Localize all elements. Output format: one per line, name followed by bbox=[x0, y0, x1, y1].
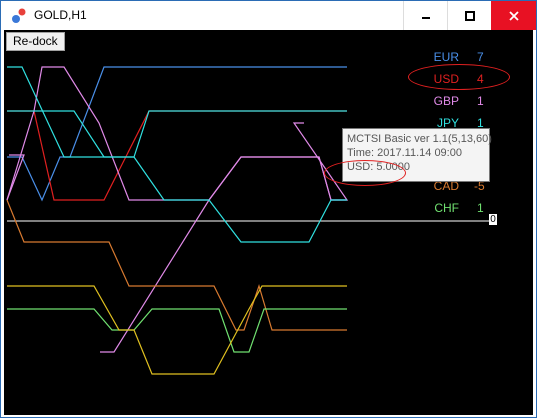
usd-line bbox=[7, 110, 347, 201]
tooltip-title: MCTSI Basic ver 1.1(5,13,60) bbox=[347, 133, 492, 145]
chart-area[interactable]: Re-dock EUR 7 USD 4 GBP 1 JPY 1 CAD -5 C… bbox=[4, 30, 533, 415]
cad-line bbox=[6, 199, 347, 331]
jpy-line bbox=[7, 110, 347, 158]
close-icon bbox=[508, 10, 519, 21]
zero-label: 0 bbox=[489, 214, 497, 225]
gbp-line bbox=[6, 66, 349, 201]
legend-code: GBP bbox=[433, 94, 459, 108]
legend-value: 1 bbox=[477, 201, 484, 215]
jpy-line-b bbox=[7, 66, 347, 243]
close-button[interactable] bbox=[491, 1, 536, 30]
usd-highlight-ellipse bbox=[408, 64, 510, 90]
window-title: GOLD,H1 bbox=[34, 8, 87, 22]
app-icon bbox=[12, 8, 26, 23]
legend-value: 7 bbox=[477, 50, 484, 64]
legend-gbp: GBP 1 bbox=[412, 94, 492, 108]
legend-chf: CHF 1 bbox=[412, 201, 492, 215]
legend-value: 1 bbox=[477, 94, 484, 108]
eur-line bbox=[7, 66, 347, 202]
tooltip-time: Time: 2017.11.14 09:00 bbox=[347, 147, 462, 159]
indicator-window: GOLD,H1 Re-dock EUR 7 USD 4 GBP 1 JPY 1 … bbox=[0, 0, 537, 418]
gbp-line-lower bbox=[6, 154, 25, 201]
maximize-button[interactable] bbox=[447, 1, 492, 30]
minimize-button[interactable] bbox=[403, 1, 448, 30]
tooltip-highlight-ellipse bbox=[324, 160, 406, 186]
minimize-icon bbox=[422, 16, 430, 19]
title-bar[interactable]: GOLD,H1 bbox=[1, 1, 536, 30]
legend-code: CHF bbox=[434, 201, 459, 215]
legend-eur: EUR 7 bbox=[412, 50, 492, 64]
legend-code: EUR bbox=[433, 50, 459, 64]
maximize-icon bbox=[465, 10, 475, 21]
redock-button[interactable]: Re-dock bbox=[6, 32, 65, 51]
